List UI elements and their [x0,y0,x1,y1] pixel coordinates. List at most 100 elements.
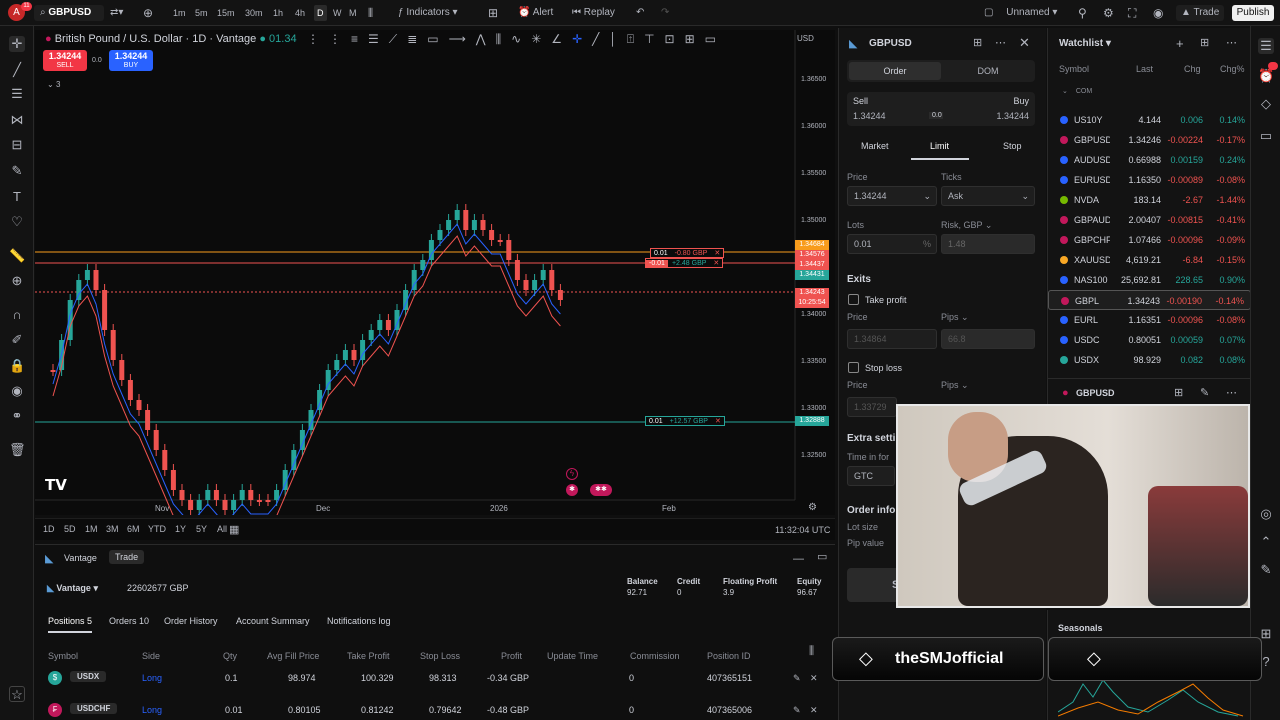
watchlist-icon[interactable]: ☰ [1258,38,1274,54]
buy-side-button[interactable]: Buy 1.34244 [943,92,1035,126]
brush-icon[interactable]: ✎ [9,163,25,179]
long-position-icon[interactable]: ⍐ [627,32,644,46]
range-1D[interactable]: 1D [43,524,55,534]
chart-settings-icon[interactable]: ⚙ [808,502,817,513]
range-All[interactable]: All [217,524,227,534]
ruler-icon[interactable]: 📏 [9,248,25,264]
watchlist-row[interactable]: GBPL 1.34243 -0.00190 -0.14% [1048,290,1251,310]
timeframe-4h[interactable]: 4h [292,5,308,21]
pencil-lock-icon[interactable]: ✐ [9,332,25,348]
close-icon[interactable]: ✕ [711,250,723,257]
panel-tab[interactable]: Notifications log [327,616,391,631]
fib-icon[interactable]: ☰ [9,86,25,102]
sell-button[interactable]: 1.34244 SELL [43,50,87,71]
column-header[interactable]: Avg Fill Price [267,651,319,661]
panel-tab[interactable]: Account Summary [236,616,310,631]
symbol-search[interactable]: ⌕ GBPUSD [34,5,104,21]
cross-icon[interactable]: ✛ [572,32,592,46]
more-icon[interactable]: ⋯ [995,36,1006,49]
zigzag-icon[interactable]: ⋀ [476,32,496,46]
sl-pips-label[interactable]: Pips ⌄ [941,380,969,391]
column-header[interactable]: Side [142,651,160,661]
tp-pips-input[interactable]: 66.8 [941,329,1035,349]
edit-icon[interactable]: ✎ [1200,386,1209,399]
edit-icon[interactable]: ✎ [793,673,801,684]
column-header[interactable]: Position ID [707,651,751,661]
panel-tab[interactable]: Order History [164,616,218,631]
line-icon[interactable]: ⟋ [389,32,407,46]
eye-icon[interactable]: ◉ [9,383,25,399]
lock-icon[interactable]: 🔒 [9,358,25,374]
target-icon[interactable]: ◎ [1258,506,1274,522]
layout-icon[interactable]: ⊞ [973,36,982,49]
trash-icon[interactable]: 🗑 [9,442,26,458]
indicators-button[interactable]: ƒ Indicators ▾ [398,5,458,21]
timeframe-1m[interactable]: 1m [170,5,189,21]
chevron-up-icon[interactable]: ⌃ [1258,534,1274,550]
currency-label[interactable]: USD [797,34,814,43]
lots-input[interactable]: 0.01% [847,234,937,254]
timeframe-W[interactable]: W [330,5,345,21]
layout-button[interactable]: ▢ Unnamed ▾ [984,5,1057,21]
stop-loss-checkbox[interactable] [848,362,859,373]
text-icon[interactable]: T [9,189,25,205]
tp-price-input[interactable]: 1.34864 [847,329,937,349]
column-header[interactable]: Qty [223,651,237,661]
risk-label[interactable]: Risk, GBP ⌄ [941,220,992,231]
maximize-icon[interactable]: ▭ [817,550,827,563]
risk-input[interactable]: 1.48 [941,234,1035,254]
watchlist-row[interactable]: EURL 1.16351 -0.00096 -0.08% [1048,310,1251,330]
watchlist-title[interactable]: Watchlist ▾ [1059,38,1111,49]
watchlist-row[interactable]: GBPCHF 1.07466 -0.00096 -0.09% [1048,230,1251,250]
quick-search-icon[interactable]: ⚲ [1078,5,1087,21]
section-header[interactable]: ⌄ COM [1062,87,1092,95]
timeframe-1h[interactable]: 1h [270,5,286,21]
watchlist-row[interactable]: AUDUSD 0.66988 0.00159 0.24% [1048,150,1251,170]
account-selector[interactable]: ◣ Vantage ▾ [47,583,98,594]
watchlist-row[interactable]: USDC 0.80051 0.00059 0.07% [1048,330,1251,350]
projection-icon[interactable]: ⊟ [9,137,25,153]
column-header[interactable]: Commission [630,651,680,661]
fullscreen-icon[interactable]: ⛶ [1128,5,1136,21]
order-line-label[interactable]: -0.01 +2.48 GBP ✕ [645,258,724,268]
range-5Y[interactable]: 5Y [196,524,207,534]
redo-icon[interactable]: ↷ [661,5,669,21]
alerts-icon[interactable]: ⏰ [1258,68,1274,84]
book-icon[interactable]: ▭ [705,32,726,46]
order-line-label[interactable]: 0.01 +12.57 GBP ✕ [645,416,725,426]
edit-icon[interactable]: ✎ [793,705,801,716]
trade-tab[interactable]: Trade [109,550,145,564]
replay-button[interactable]: ⏮ Replay [572,5,615,21]
order-type-stop[interactable]: Stop [1003,141,1022,151]
row-symbol[interactable]: USDX [70,671,107,682]
trade-button[interactable]: ▲ Trade [1176,5,1224,21]
row-stop-loss[interactable]: 0.79642 [429,705,462,715]
event-icon[interactable]: ✱ [566,484,578,496]
utc-clock[interactable]: 11:32:04 UTC [775,525,830,535]
timeframe-15m[interactable]: 15m [214,5,238,21]
layout-icon[interactable]: ⊞ [1174,386,1183,399]
tab-order[interactable]: Order [849,62,941,80]
range-YTD[interactable]: YTD [148,524,166,534]
row-take-profit[interactable]: 100.329 [361,673,394,683]
rectangle-icon[interactable]: ▭ [427,32,448,46]
publish-button[interactable]: Publish [1232,5,1274,21]
timeframe-D[interactable]: D [314,5,327,21]
gann-icon[interactable]: ✳ [531,32,551,46]
range-1M[interactable]: 1M [85,524,98,534]
link-icon[interactable]: ⚭ [9,408,25,424]
vline-icon[interactable]: │ [609,32,627,46]
table-icon[interactable]: ⊞ [685,32,705,46]
col-chgp[interactable]: Chg% [1220,64,1245,74]
chart-canvas[interactable] [35,30,835,515]
col-last[interactable]: Last [1136,64,1153,74]
heart-icon[interactable]: ♡ [9,214,25,230]
compare-icon[interactable]: ⇄▾ [110,5,123,21]
magnet-icon[interactable]: ∩ [9,307,25,323]
grip-icon[interactable]: ⋮⋮ [307,32,351,46]
alert-button[interactable]: ⏰ Alert [518,5,553,21]
angle-icon[interactable]: ∠ [551,32,572,46]
column-header[interactable]: Stop Loss [420,651,460,661]
column-header[interactable]: Take Profit [347,651,390,661]
diagonal-icon[interactable]: ╱ [592,32,609,46]
